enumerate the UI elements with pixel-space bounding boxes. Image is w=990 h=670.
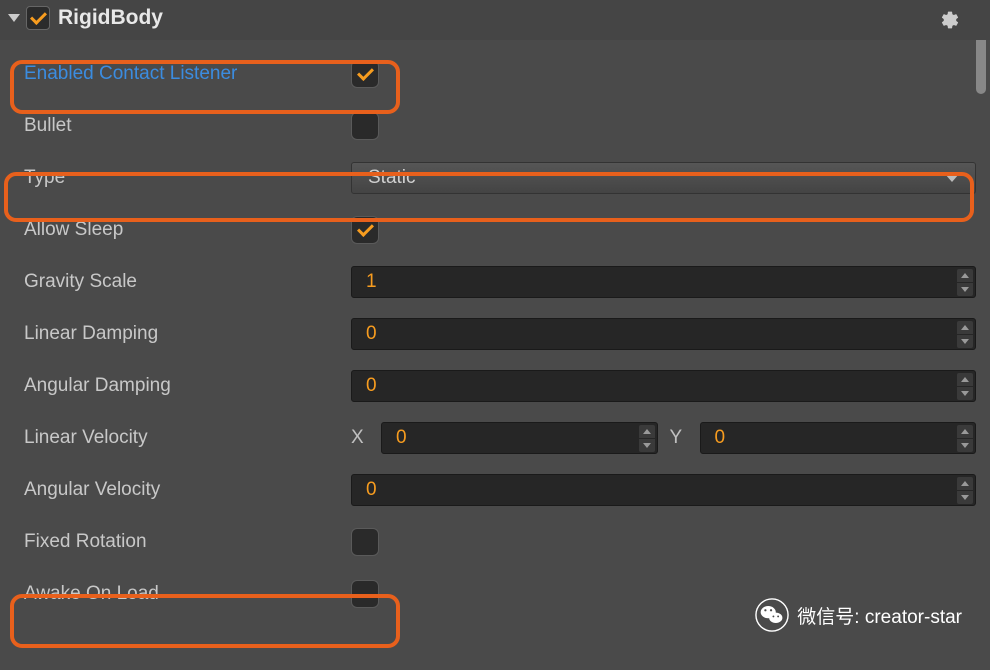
gear-icon[interactable] [940,10,960,30]
component-header[interactable]: RigidBody [0,0,990,40]
gravity-scale-input[interactable]: 1 [351,266,976,298]
property-label: Allow Sleep [16,219,351,241]
spinner [957,321,973,348]
component-enabled-checkbox[interactable] [26,6,50,30]
input-value: 1 [366,271,377,293]
spinner [957,477,973,504]
fixed-rotation-checkbox[interactable] [351,528,379,556]
spinner [957,269,973,296]
spinner-down-button[interactable] [957,283,973,296]
expand-arrow-icon[interactable] [8,14,20,22]
chevron-down-icon [961,443,969,448]
chevron-down-icon [945,174,959,182]
input-value: 0 [396,427,407,449]
input-value: 0 [366,479,377,501]
property-row-fixed-rotation: Fixed Rotation [16,516,976,568]
linear-velocity-y-input[interactable]: 0 [700,422,977,454]
dropdown-value: Static [368,167,416,189]
input-value: 0 [715,427,726,449]
linear-damping-input[interactable]: 0 [351,318,976,350]
bullet-checkbox[interactable] [351,112,379,140]
property-row-enabled-contact-listener: Enabled Contact Listener [16,48,976,100]
spinner-up-button[interactable] [639,425,655,438]
property-label: Type [16,167,351,189]
watermark: 微信号: creator-star [755,598,962,632]
spinner-down-button[interactable] [957,439,973,452]
property-row-bullet: Bullet [16,100,976,152]
chevron-down-icon [961,339,969,344]
checkmark-icon [30,10,46,26]
property-label: Bullet [16,115,351,137]
property-label: Awake On Load [16,583,351,605]
input-value: 0 [366,323,377,345]
angular-velocity-input[interactable]: 0 [351,474,976,506]
chevron-down-icon [643,443,651,448]
chevron-up-icon [961,377,969,382]
linear-velocity-vector: X 0 Y 0 [351,422,976,454]
chevron-up-icon [961,481,969,486]
linear-velocity-x-input[interactable]: 0 [381,422,658,454]
y-label: Y [670,427,688,449]
property-label: Fixed Rotation [16,531,351,553]
chevron-up-icon [961,273,969,278]
property-row-angular-velocity: Angular Velocity 0 [16,464,976,516]
spinner [639,425,655,452]
chevron-down-icon [961,495,969,500]
spinner-down-button[interactable] [957,387,973,400]
x-label: X [351,427,369,449]
property-row-linear-velocity: Linear Velocity X 0 Y 0 [16,412,976,464]
input-value: 0 [366,375,377,397]
allow-sleep-checkbox[interactable] [351,216,379,244]
spinner-up-button[interactable] [957,425,973,438]
watermark-text: 微信号: creator-star [797,602,962,629]
awake-on-load-checkbox[interactable] [351,580,379,608]
property-row-gravity-scale: Gravity Scale 1 [16,256,976,308]
properties-panel: Enabled Contact Listener Bullet Type Sta… [0,40,990,628]
spinner-up-button[interactable] [957,477,973,490]
property-label: Angular Damping [16,375,351,397]
chevron-up-icon [643,429,651,434]
property-row-type: Type Static [16,152,976,204]
property-row-angular-damping: Angular Damping 0 [16,360,976,412]
chevron-up-icon [961,325,969,330]
checkmark-icon [356,65,374,83]
spinner-down-button[interactable] [639,439,655,452]
spinner-down-button[interactable] [957,335,973,348]
enabled-contact-listener-checkbox[interactable] [351,60,379,88]
spinner-down-button[interactable] [957,491,973,504]
chevron-down-icon [961,391,969,396]
angular-damping-input[interactable]: 0 [351,370,976,402]
property-label: Linear Velocity [16,427,351,449]
spinner [957,373,973,400]
chevron-down-icon [961,287,969,292]
property-label: Enabled Contact Listener [16,63,351,85]
spinner-up-button[interactable] [957,321,973,334]
chevron-up-icon [961,429,969,434]
spinner [957,425,973,452]
spinner-up-button[interactable] [957,373,973,386]
spinner-up-button[interactable] [957,269,973,282]
wechat-icon [755,598,789,632]
checkmark-icon [356,221,374,239]
property-row-linear-damping: Linear Damping 0 [16,308,976,360]
property-label: Gravity Scale [16,271,351,293]
property-row-allow-sleep: Allow Sleep [16,204,976,256]
type-dropdown[interactable]: Static [351,162,976,194]
property-label: Angular Velocity [16,479,351,501]
component-title: RigidBody [58,6,163,30]
property-label: Linear Damping [16,323,351,345]
